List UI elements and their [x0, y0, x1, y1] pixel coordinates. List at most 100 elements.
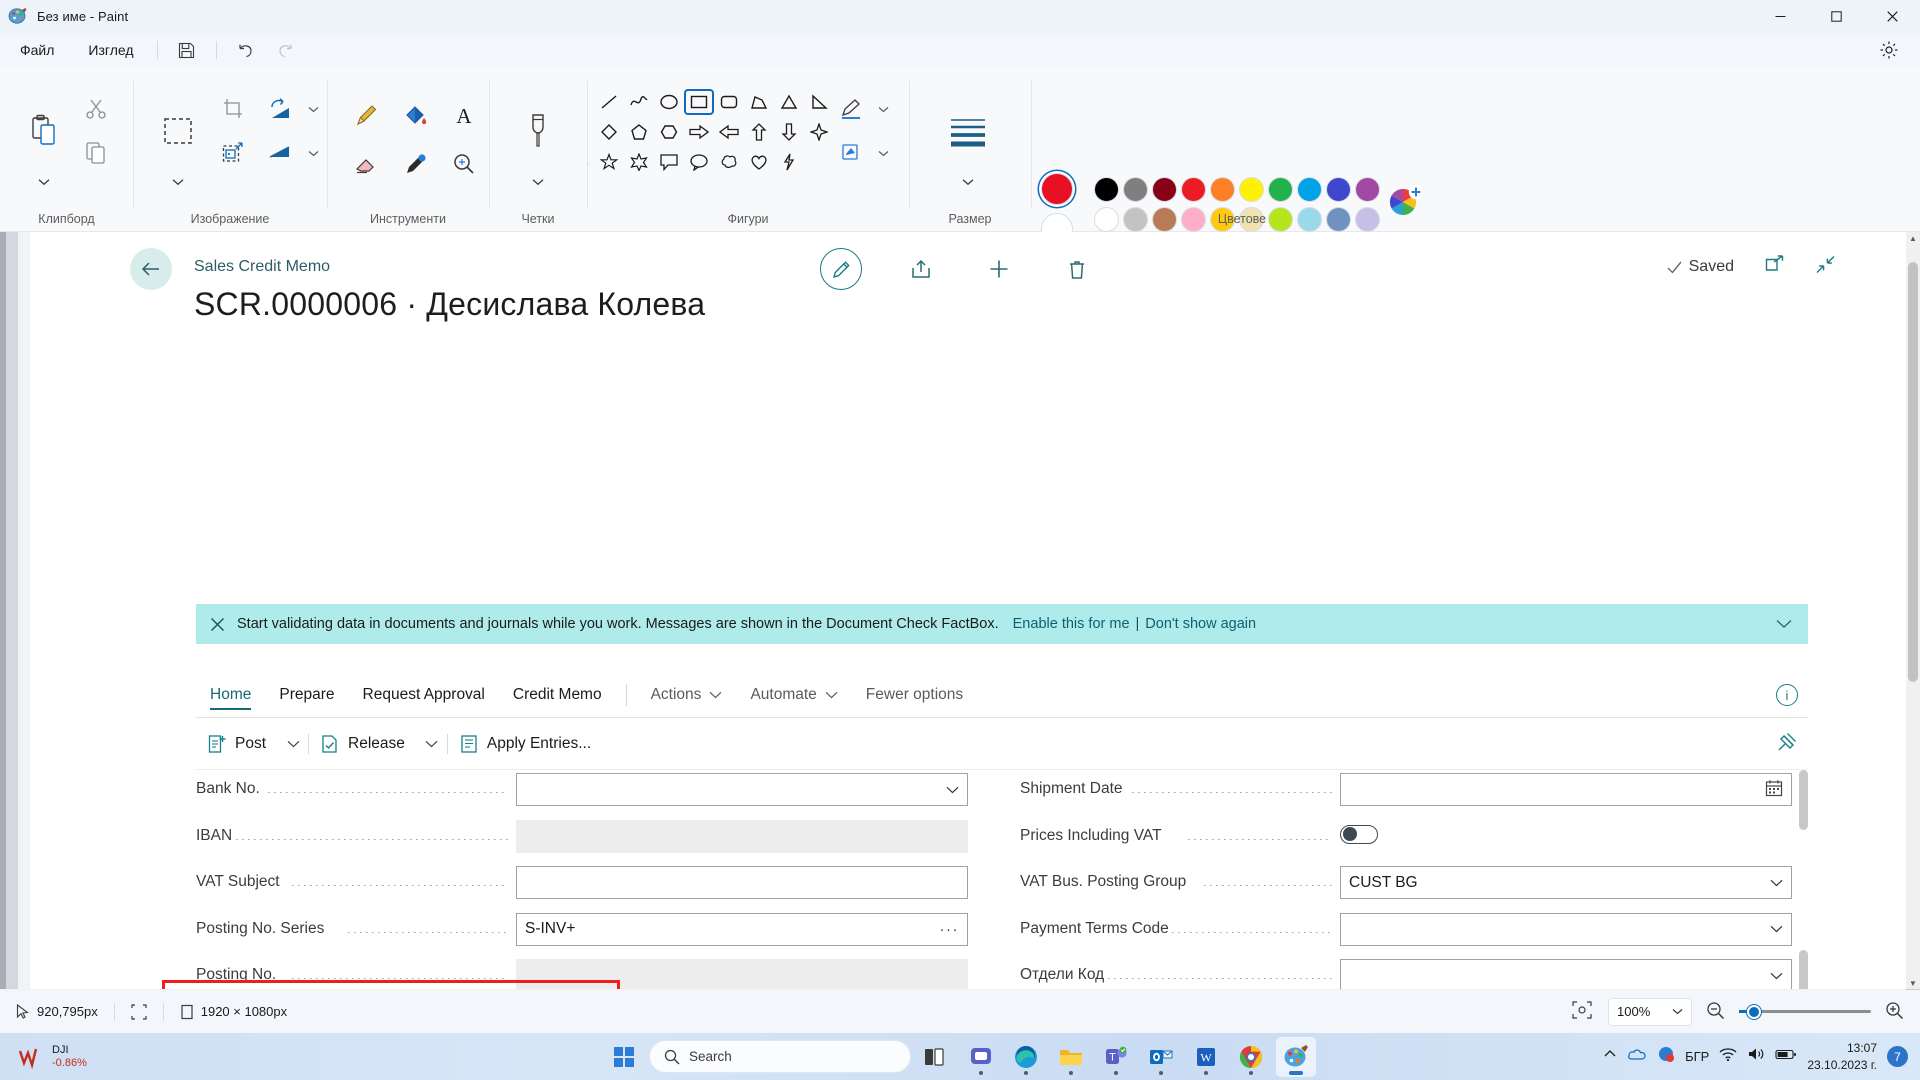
- color-swatch[interactable]: [1355, 177, 1380, 202]
- cloud-callout-shape[interactable]: [714, 149, 744, 175]
- paste-icon[interactable]: [18, 95, 70, 167]
- chevron-down-icon[interactable]: [1764, 876, 1783, 890]
- new-plus-icon[interactable]: [978, 248, 1020, 290]
- calendar-icon[interactable]: [1759, 779, 1783, 800]
- color-swatch[interactable]: [1123, 177, 1148, 202]
- tab-credit-memo[interactable]: Credit Memo: [499, 672, 616, 718]
- fill-dropdown-caret[interactable]: [872, 137, 894, 169]
- outline-icon[interactable]: [830, 89, 872, 129]
- canvas-vertical-scrollbar[interactable]: ▲ ▼: [1906, 232, 1920, 989]
- eyedropper-icon[interactable]: [394, 143, 438, 185]
- zoom-level-select[interactable]: 100%: [1608, 997, 1692, 1026]
- dropdown-field[interactable]: CUST BG: [1340, 866, 1792, 899]
- lookup-field[interactable]: S-INV+ ···: [516, 912, 968, 946]
- notification-dismiss-link[interactable]: Don't show again: [1145, 616, 1256, 632]
- color-swatch[interactable]: [1094, 177, 1119, 202]
- rotate-icon[interactable]: [260, 89, 302, 129]
- line-shape[interactable]: [594, 89, 624, 115]
- form-scrollbar[interactable]: [1797, 770, 1810, 989]
- search-input[interactable]: Search: [649, 1040, 911, 1073]
- assist-edit-icon[interactable]: ···: [940, 921, 960, 938]
- hexagon-shape[interactable]: [654, 119, 684, 145]
- zoom-in-icon[interactable]: [1883, 1001, 1906, 1023]
- tab-home[interactable]: Home: [196, 672, 265, 718]
- fill-icon[interactable]: [830, 133, 872, 173]
- word-icon[interactable]: W: [1186, 1037, 1226, 1077]
- flip-dropdown-caret[interactable]: [302, 137, 324, 169]
- chevron-down-icon[interactable]: [1764, 922, 1783, 936]
- fill-bucket-icon[interactable]: [394, 95, 438, 137]
- save-icon[interactable]: [170, 36, 204, 64]
- right-arrow-shape[interactable]: [684, 119, 714, 145]
- color-swatch[interactable]: [1152, 177, 1177, 202]
- brush-icon[interactable]: [516, 95, 560, 167]
- paint-icon[interactable]: [1276, 1036, 1316, 1077]
- resize-image-icon[interactable]: [212, 133, 254, 173]
- tab-actions[interactable]: Actions: [637, 672, 737, 718]
- curve-shape[interactable]: [624, 89, 654, 115]
- chevron-down-icon[interactable]: [1764, 969, 1783, 983]
- eraser-icon[interactable]: [344, 143, 388, 185]
- color-swatch[interactable]: [1297, 177, 1322, 202]
- share-icon[interactable]: [900, 248, 942, 290]
- post-dropdown-caret[interactable]: [278, 727, 308, 761]
- six-point-star-shape[interactable]: [624, 149, 654, 175]
- clock[interactable]: 13:07 23.10.2023 г.: [1807, 1040, 1877, 1072]
- outline-dropdown-caret[interactable]: [872, 93, 894, 125]
- collapse-icon[interactable]: [1815, 254, 1836, 280]
- rotate-dropdown-caret[interactable]: [302, 93, 324, 125]
- pentagon-shape[interactable]: [624, 119, 654, 145]
- edit-pencil-icon[interactable]: [820, 248, 862, 290]
- toggle-switch[interactable]: [1340, 824, 1378, 844]
- chevron-down-icon[interactable]: [1776, 617, 1792, 632]
- chrome-icon[interactable]: [1231, 1037, 1271, 1077]
- release-dropdown-caret[interactable]: [417, 727, 447, 761]
- security-icon[interactable]: [1657, 1045, 1675, 1068]
- dropdown-field[interactable]: [1340, 912, 1792, 946]
- magnifier-icon[interactable]: [442, 143, 486, 185]
- five-point-star-shape[interactable]: [594, 149, 624, 175]
- gear-icon[interactable]: [1874, 37, 1904, 63]
- flip-icon[interactable]: [260, 133, 302, 173]
- minimize-icon[interactable]: [1752, 0, 1808, 33]
- zoom-slider-thumb[interactable]: [1747, 1004, 1761, 1019]
- lightning-shape[interactable]: [774, 149, 804, 175]
- text-icon[interactable]: A: [442, 95, 486, 137]
- left-arrow-shape[interactable]: [714, 119, 744, 145]
- onedrive-icon[interactable]: [1627, 1046, 1647, 1067]
- rounded-callout-shape[interactable]: [654, 149, 684, 175]
- dropdown-field[interactable]: [1340, 959, 1792, 989]
- up-arrow-shape[interactable]: [744, 119, 774, 145]
- fit-to-window-icon[interactable]: [1568, 1001, 1596, 1022]
- teams-chat-icon[interactable]: [961, 1037, 1001, 1077]
- outlook-icon[interactable]: [1141, 1037, 1181, 1077]
- color-swatch[interactable]: [1181, 177, 1206, 202]
- crop-icon[interactable]: [212, 89, 254, 129]
- tab-prepare[interactable]: Prepare: [265, 672, 348, 718]
- size-icon[interactable]: [940, 95, 996, 167]
- tab-request-approval[interactable]: Request Approval: [349, 672, 499, 718]
- notification-enable-link[interactable]: Enable this for me: [1013, 616, 1130, 632]
- cut-icon[interactable]: [75, 89, 117, 129]
- close-icon[interactable]: [1864, 0, 1920, 33]
- tab-fewer-options[interactable]: Fewer options: [852, 672, 977, 718]
- text-field[interactable]: [516, 866, 968, 899]
- down-arrow-shape[interactable]: [774, 119, 804, 145]
- undo-icon[interactable]: [229, 36, 263, 64]
- rounded-rectangle-shape[interactable]: [714, 89, 744, 115]
- task-view-icon[interactable]: [916, 1037, 956, 1077]
- color-swatch[interactable]: [1239, 177, 1264, 202]
- heart-shape[interactable]: [744, 149, 774, 175]
- primary-color-swatch[interactable]: [1041, 173, 1073, 205]
- dropdown-field[interactable]: [516, 773, 968, 806]
- select-dropdown-caret[interactable]: [158, 170, 198, 194]
- apply-entries-button[interactable]: Apply Entries...: [448, 727, 603, 761]
- pencil-icon[interactable]: [344, 95, 388, 137]
- wifi-icon[interactable]: [1719, 1047, 1737, 1067]
- notification-count-badge[interactable]: 7: [1887, 1046, 1908, 1067]
- copy-icon[interactable]: [75, 133, 117, 173]
- size-dropdown-caret[interactable]: [950, 170, 986, 194]
- chevron-down-icon[interactable]: [940, 783, 959, 797]
- windows-start-icon[interactable]: [604, 1037, 644, 1077]
- pin-icon[interactable]: [1776, 731, 1798, 758]
